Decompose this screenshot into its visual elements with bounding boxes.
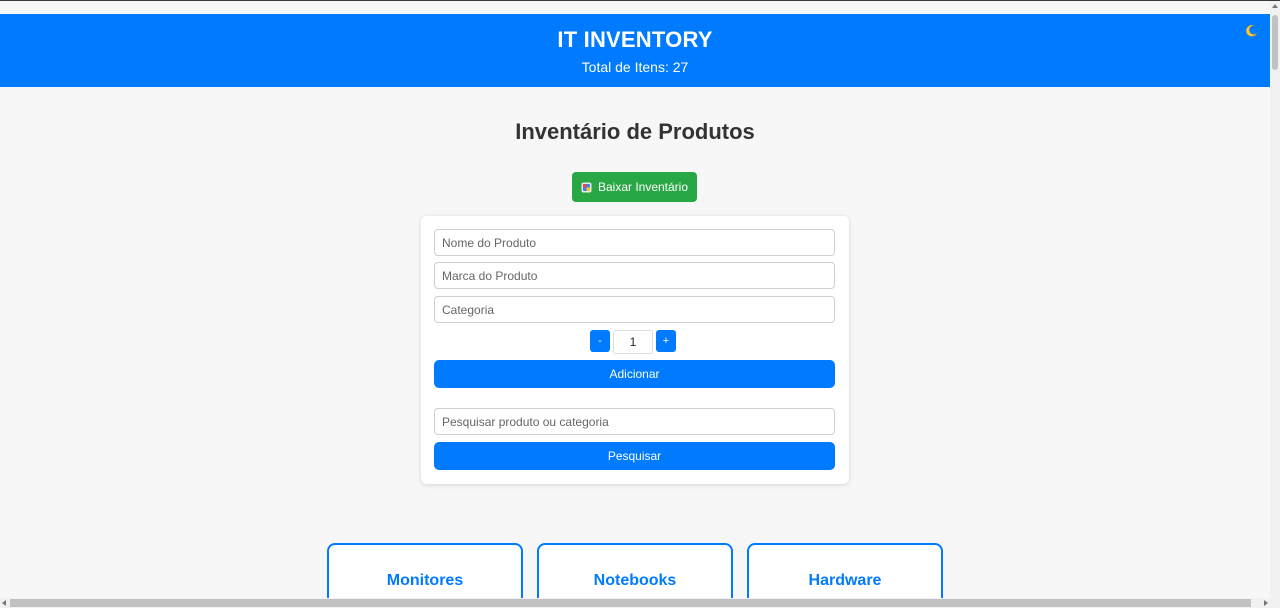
quantity-increment-button[interactable]: + [656,330,676,352]
product-form-card: - + Adicionar Pesquisar [421,216,849,484]
product-brand-input[interactable] [434,262,835,289]
search-input[interactable] [434,408,835,435]
vertical-scrollbar-thumb[interactable] [1272,15,1278,70]
crescent-moon-icon[interactable] [1244,24,1258,38]
package-icon [581,182,592,192]
category-card-hardware[interactable]: Hardware [747,543,943,598]
download-inventory-label: Baixar Inventário [597,180,689,194]
download-inventory-button[interactable]: Baixar Inventário [572,172,697,202]
horizontal-scrollbar-thumb[interactable] [10,599,1251,607]
scroll-up-arrow-icon[interactable] [1272,4,1278,8]
category-label: Notebooks [593,572,677,589]
horizontal-scrollbar[interactable] [0,598,1280,608]
category-card-monitores[interactable]: Monitores [327,543,523,598]
scroll-left-arrow-icon[interactable] [2,600,6,606]
app-title: IT INVENTORY [557,27,713,52]
total-items-text: Total de Itens: 27 [581,59,689,75]
page-title: Inventário de Produtos [515,119,755,144]
search-button[interactable]: Pesquisar [434,442,835,470]
quantity-decrement-button[interactable]: - [590,330,610,352]
scroll-right-arrow-icon[interactable] [1264,600,1268,606]
category-label: Monitores [386,572,464,589]
page: IT INVENTORY Total de Itens: 27 Inventár… [0,1,1270,598]
vertical-scrollbar[interactable] [1270,1,1280,598]
add-button[interactable]: Adicionar [434,360,835,388]
category-input[interactable] [434,296,835,323]
quantity-input[interactable] [613,330,653,354]
app-header: IT INVENTORY Total de Itens: 27 [0,14,1270,87]
category-label: Hardware [808,572,882,589]
category-card-notebooks[interactable]: Notebooks [537,543,733,598]
product-name-input[interactable] [434,229,835,256]
